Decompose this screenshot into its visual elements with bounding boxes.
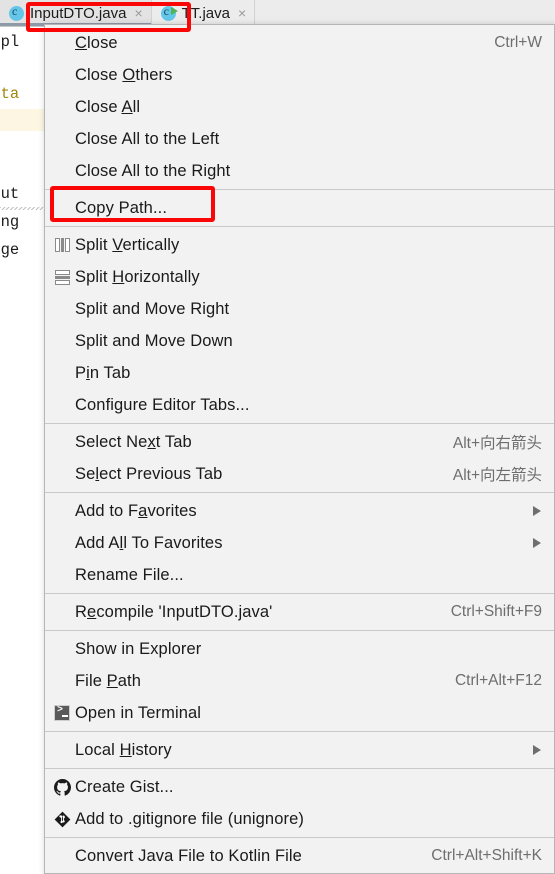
menu-separator: [45, 492, 554, 493]
menu-item-add-to-gitignore-file-unignore[interactable]: Add to .gitignore file (unignore): [45, 803, 554, 835]
menu-item-add-all-to-favorites[interactable]: Add All To Favorites: [45, 527, 554, 559]
menu-item-label: Close All to the Right: [75, 161, 231, 180]
git-icon: [54, 811, 70, 827]
menu-item-label: Local History: [75, 740, 172, 759]
terminal-icon: [54, 705, 70, 721]
menu-item-shortcut: Ctrl+W: [494, 34, 542, 51]
editor-tab-bar: InputDTO.java × TT.java ×: [0, 0, 555, 27]
menu-item-label: Split Vertically: [75, 235, 180, 254]
submenu-arrow-icon: [533, 538, 541, 548]
menu-item-close-others[interactable]: Close Others: [45, 59, 554, 91]
menu-item-pin-tab[interactable]: Pin Tab: [45, 357, 554, 389]
close-icon[interactable]: ×: [238, 6, 246, 20]
tab-label: TT.java: [181, 4, 230, 22]
java-class-icon: [9, 4, 24, 21]
menu-item-label: Close: [75, 33, 118, 52]
menu-item-icon-slot: [49, 778, 75, 796]
code-warning-squiggle: [0, 207, 44, 210]
menu-separator: [45, 731, 554, 732]
menu-item-convert-java-file-to-kotlin-file[interactable]: Convert Java File to Kotlin File Ctrl+Alt…: [45, 840, 554, 872]
java-runnable-class-icon: [160, 4, 178, 21]
code-fragment: nput: [0, 185, 20, 203]
menu-item-label: Add to Favorites: [75, 501, 197, 520]
menu-separator: [45, 423, 554, 424]
editor-tab-context-menu[interactable]: Close Ctrl+W Close Others Close All Close Al…: [44, 24, 555, 874]
menu-item-file-path[interactable]: File Path Ctrl+Alt+F12: [45, 665, 554, 697]
tab-input-dto-java[interactable]: InputDTO.java ×: [0, 0, 152, 26]
menu-item-shortcut: Alt+向左箭头: [452, 467, 542, 484]
menu-item-configure-editor-tabs[interactable]: Configure Editor Tabs...: [45, 389, 554, 421]
menu-item-shortcut: Ctrl+Shift+F9: [450, 603, 542, 620]
menu-item-label: Close All to the Left: [75, 129, 220, 148]
menu-item-label: Split and Move Right: [75, 299, 230, 318]
menu-item-label: Select Next Tab: [75, 432, 192, 451]
menu-item-label: File Path: [75, 671, 142, 690]
menu-item-create-gist[interactable]: Create Gist...: [45, 771, 554, 803]
menu-item-label: Close All: [75, 97, 141, 116]
menu-item-split-and-move-down[interactable]: Split and Move Down: [45, 325, 554, 357]
menu-item-icon-slot: [49, 705, 75, 721]
menu-item-icon-slot: [49, 238, 75, 252]
code-fragment: tege: [0, 241, 20, 259]
menu-item-show-in-explorer[interactable]: Show in Explorer: [45, 633, 554, 665]
menu-item-close-all[interactable]: Close All: [45, 91, 554, 123]
menu-item-close[interactable]: Close Ctrl+W: [45, 27, 554, 59]
menu-item-label: Recompile 'InputDTO.java': [75, 602, 273, 621]
menu-item-split-and-move-right[interactable]: Split and Move Right: [45, 293, 554, 325]
menu-item-add-to-favorites[interactable]: Add to Favorites: [45, 495, 554, 527]
menu-separator: [45, 189, 554, 190]
menu-item-label: Show in Explorer: [75, 639, 202, 658]
menu-item-recompile-inputdto-java[interactable]: Recompile 'InputDTO.java' Ctrl+Shift+F9: [45, 596, 554, 628]
menu-item-select-previous-tab[interactable]: Select Previous Tab Alt+向左箭头: [45, 458, 554, 490]
menu-item-local-history[interactable]: Local History: [45, 734, 554, 766]
menu-separator: [45, 837, 554, 838]
submenu-arrow-icon: [533, 506, 541, 516]
menu-item-close-all-to-the-left[interactable]: Close All to the Left: [45, 123, 554, 155]
submenu-arrow-icon: [533, 745, 541, 755]
menu-item-shortcut: Ctrl+Alt+F12: [454, 672, 542, 689]
menu-separator: [45, 593, 554, 594]
github-icon: [53, 778, 71, 796]
menu-item-label: Split Horizontally: [75, 267, 200, 286]
menu-item-icon-slot: [49, 811, 75, 828]
menu-separator: [45, 226, 554, 227]
menu-item-label: Convert Java File to Kotlin File: [75, 846, 302, 865]
code-fragment: Data: [0, 85, 20, 103]
menu-item-label: Close Others: [75, 65, 173, 84]
menu-item-label: Configure Editor Tabs...: [75, 395, 250, 414]
tab-tt-java[interactable]: TT.java ×: [151, 0, 256, 26]
menu-item-copy-path[interactable]: Copy Path...: [45, 192, 554, 224]
menu-item-label: Split and Move Down: [75, 331, 233, 350]
menu-item-split-horizontally[interactable]: Split Horizontally: [45, 261, 554, 293]
menu-item-label: Add to .gitignore file (unignore): [75, 809, 304, 828]
code-fragment: ring: [0, 213, 20, 231]
close-icon[interactable]: ×: [134, 6, 142, 20]
menu-item-label: Pin Tab: [75, 363, 131, 382]
menu-item-label: Rename File...: [75, 565, 184, 584]
menu-separator: [45, 630, 554, 631]
menu-item-select-next-tab[interactable]: Select Next Tab Alt+向右箭头: [45, 426, 554, 458]
menu-item-shortcut: Ctrl+Alt+Shift+K: [431, 847, 542, 864]
menu-separator: [45, 768, 554, 769]
menu-item-rename-file[interactable]: Rename File...: [45, 559, 554, 591]
menu-item-label: Copy Path...: [75, 198, 167, 217]
code-fragment: ampl: [0, 33, 20, 51]
menu-item-close-all-to-the-right[interactable]: Close All to the Right: [45, 155, 554, 187]
menu-item-label: Add All To Favorites: [75, 533, 223, 552]
menu-item-shortcut: Alt+向右箭头: [452, 435, 542, 452]
split-vertically-icon: [54, 238, 70, 252]
menu-item-icon-slot: [49, 270, 75, 285]
menu-item-label: Open in Terminal: [75, 703, 202, 722]
split-horizontally-icon: [54, 270, 70, 285]
menu-item-label: Create Gist...: [75, 777, 174, 796]
menu-item-open-in-terminal[interactable]: Open in Terminal: [45, 697, 554, 729]
tab-label: InputDTO.java: [30, 4, 127, 22]
menu-item-label: Select Previous Tab: [75, 464, 223, 483]
menu-item-split-vertically[interactable]: Split Vertically: [45, 229, 554, 261]
